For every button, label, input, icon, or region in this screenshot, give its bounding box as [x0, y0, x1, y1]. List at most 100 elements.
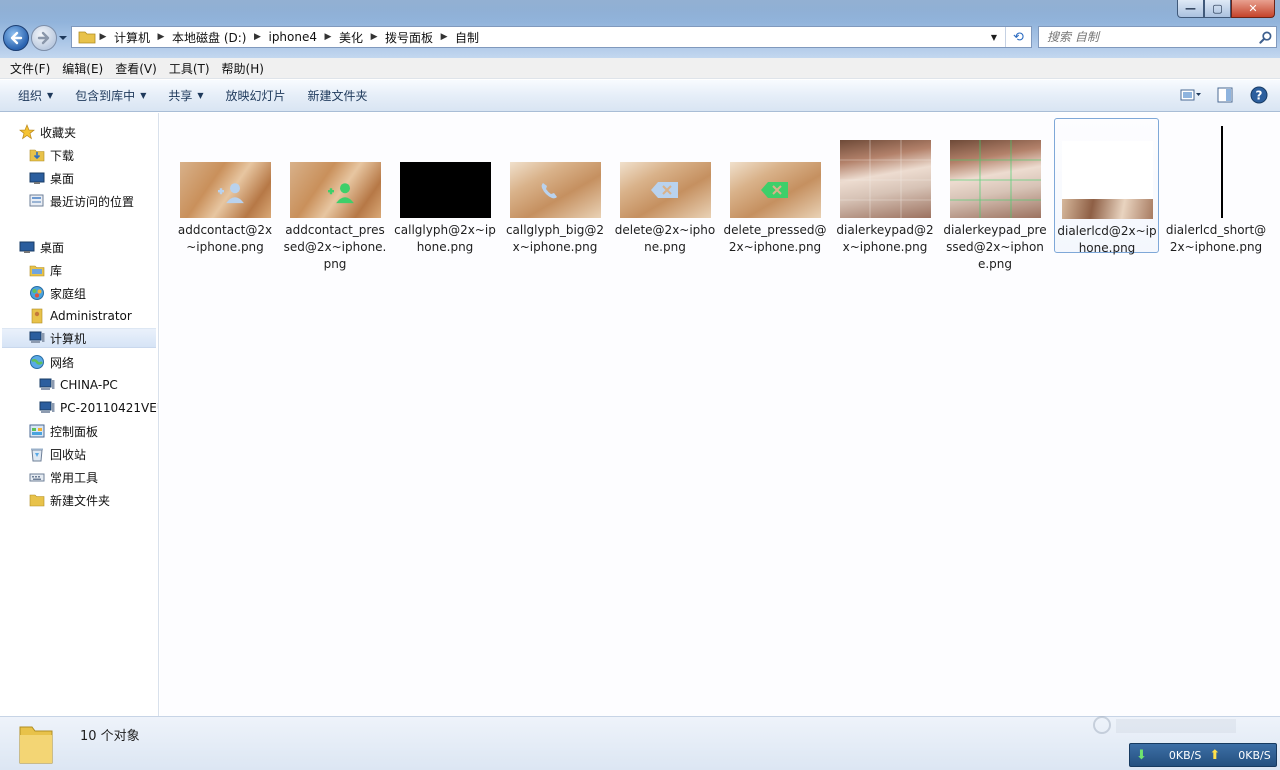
nav-network[interactable]: 网络 [28, 352, 74, 372]
phone-icon [541, 183, 557, 199]
breadcrumb-separator-icon[interactable]: ▶ [250, 32, 264, 42]
menu-edit[interactable]: 编辑(E) [56, 60, 109, 77]
minimize-button[interactable]: — [1177, 0, 1204, 18]
nav-downloads-label: 下载 [50, 148, 75, 163]
nav-homegroup[interactable]: 家庭组 [28, 283, 86, 303]
nav-desktop-favorite[interactable]: 桌面 [28, 168, 74, 188]
breadcrumb-beautify[interactable]: 美化 [335, 29, 367, 46]
delete-key-icon [761, 182, 788, 198]
image-thumbnail [619, 162, 711, 218]
breadcrumb-iphone4[interactable]: iphone4 [264, 30, 321, 44]
navigation-pane: 收藏夹 下载 桌面 最近访问的位置 桌面 库 家庭组 Administrator… [0, 113, 159, 716]
refresh-icon[interactable]: ⟲ [1005, 27, 1031, 47]
nav-common-tools[interactable]: 常用工具 [28, 467, 98, 487]
keypad-grid-icon [839, 140, 931, 218]
share-button[interactable]: 共享 ▼ [160, 84, 211, 108]
file-item[interactable]: callglyph_big@2x~iphone.png [503, 118, 607, 268]
menu-file[interactable]: 文件(F) [4, 60, 56, 77]
forward-button[interactable] [31, 25, 57, 51]
file-name: addcontact@2x~iphone.png [177, 223, 273, 254]
breadcrumb-separator-icon[interactable]: ▶ [96, 32, 110, 42]
file-thumbnail-area [943, 118, 1047, 218]
breadcrumb-separator-icon[interactable]: ▶ [154, 32, 168, 42]
breadcrumb-separator-icon[interactable]: ▶ [437, 32, 451, 42]
folder-icon [78, 31, 96, 44]
file-thumbnail-area [1164, 118, 1268, 218]
nav-recent-places[interactable]: 最近访问的位置 [28, 191, 134, 211]
image-thumbnail [1171, 126, 1262, 218]
nav-pc-2011[interactable]: PC-20110421VEU [38, 398, 159, 418]
title-sheen [0, 0, 1280, 22]
file-item[interactable]: dialerlcd_short@2x~iphone.png [1164, 118, 1268, 268]
include-library-label: 包含到库中 [75, 89, 136, 103]
chevron-down-icon: ▼ [140, 91, 147, 100]
image-thumbnail [509, 162, 601, 218]
recent-pages-dropdown-icon[interactable] [59, 34, 67, 42]
image-thumbnail [179, 162, 271, 218]
keypad-grid-icon [949, 140, 1041, 218]
view-icon [1180, 89, 1201, 101]
nav-china-pc[interactable]: CHINA-PC [38, 375, 118, 395]
close-button[interactable]: ✕ [1231, 0, 1275, 18]
breadcrumb-custom[interactable]: 自制 [451, 29, 483, 46]
file-name: dialerkeypad_pressed@2x~iphone.png [943, 223, 1047, 271]
nav-china-pc-label: CHINA-PC [60, 378, 118, 392]
search-input[interactable] [1039, 28, 1254, 46]
file-name: callglyph_big@2x~iphone.png [505, 223, 605, 254]
change-view-button[interactable] [1180, 84, 1202, 106]
nav-new-folder[interactable]: 新建文件夹 [28, 490, 110, 510]
file-item[interactable]: addcontact@2x~iphone.png [173, 118, 277, 268]
menu-view[interactable]: 查看(V) [109, 60, 163, 77]
view-controls: ? [1180, 84, 1270, 106]
chevron-down-icon: ▼ [197, 91, 204, 100]
file-item[interactable]: addcontact_pressed@2x~iphone.png [283, 118, 387, 271]
new-folder-button[interactable]: 新建文件夹 [300, 84, 376, 108]
help-button[interactable]: ? [1248, 84, 1270, 106]
user-folder-icon [28, 308, 45, 324]
nav-libraries[interactable]: 库 [28, 260, 62, 280]
file-thumbnail-area [283, 118, 387, 218]
file-list: addcontact@2x~iphone.png addcontact_pres… [160, 113, 1280, 716]
nav-administrator[interactable]: Administrator [28, 306, 132, 326]
breadcrumb-dialpad[interactable]: 拨号面板 [381, 29, 437, 46]
slideshow-button[interactable]: 放映幻灯片 [218, 84, 294, 108]
maximize-button[interactable]: ▢ [1204, 0, 1231, 18]
menu-help[interactable]: 帮助(H) [216, 60, 270, 77]
nav-recent-places-label: 最近访问的位置 [50, 194, 135, 209]
nav-administrator-label: Administrator [50, 309, 132, 323]
nav-downloads[interactable]: 下载 [28, 145, 74, 165]
address-bar[interactable]: ▶ 计算机 ▶ 本地磁盘 (D:) ▶ iphone4 ▶ 美化 ▶ 拨号面板 … [71, 26, 1032, 48]
include-in-library-button[interactable]: 包含到库中 ▼ [67, 84, 154, 108]
new-folder-label: 新建文件夹 [307, 89, 368, 103]
nav-computer-label: 计算机 [50, 331, 87, 346]
nav-pc-2011-label: PC-20110421VEU [60, 401, 159, 415]
file-item[interactable]: callglyph@2x~iphone.png [393, 118, 497, 268]
library-icon [28, 262, 45, 278]
breadcrumb-computer[interactable]: 计算机 [110, 29, 154, 46]
preview-pane-button[interactable] [1214, 84, 1236, 106]
file-item[interactable]: dialerkeypad@2x~iphone.png [833, 118, 937, 268]
file-item-selected[interactable]: dialerlcd@2x~iphone.png [1054, 118, 1159, 255]
organize-button[interactable]: 组织 ▼ [10, 84, 61, 108]
nav-desktop[interactable]: 桌面 [18, 237, 64, 257]
nav-recycle-bin[interactable]: 回收站 [28, 444, 86, 464]
menu-tools[interactable]: 工具(T) [163, 60, 216, 77]
nav-homegroup-label: 家庭组 [50, 286, 87, 301]
breadcrumb-separator-icon[interactable]: ▶ [367, 32, 381, 42]
nav-control-panel[interactable]: 控制面板 [28, 421, 98, 441]
back-button[interactable] [3, 25, 29, 51]
file-item[interactable]: dialerkeypad_pressed@2x~iphone.png [943, 118, 1047, 271]
nav-favorites[interactable]: 收藏夹 [18, 122, 76, 142]
breadcrumb-drive-d[interactable]: 本地磁盘 (D:) [168, 29, 250, 46]
recycle-bin-icon [28, 446, 45, 462]
nav-computer[interactable]: 计算机 [2, 328, 156, 348]
address-dropdown-icon[interactable]: ▼ [987, 30, 1001, 44]
file-item[interactable]: delete_pressed@2x~iphone.png [723, 118, 827, 268]
file-item[interactable]: delete@2x~iphone.png [613, 118, 717, 268]
search-icon[interactable] [1254, 31, 1276, 44]
star-icon [18, 124, 35, 140]
search-box[interactable] [1038, 26, 1277, 48]
file-thumbnail-area [173, 118, 277, 218]
breadcrumb-separator-icon[interactable]: ▶ [321, 32, 335, 42]
breadcrumb: ▶ 计算机 ▶ 本地磁盘 (D:) ▶ iphone4 ▶ 美化 ▶ 拨号面板 … [96, 27, 483, 47]
